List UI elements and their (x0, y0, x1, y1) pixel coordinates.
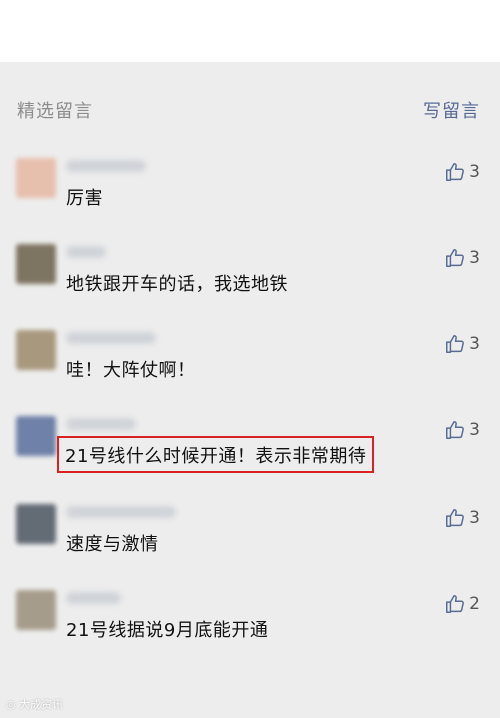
avatar[interactable] (16, 158, 56, 198)
comment-item-highlighted: 21号线什么时候开通！表示非常期待 3 (0, 416, 500, 502)
like-count: 3 (469, 420, 480, 440)
avatar[interactable] (16, 416, 56, 456)
avatar[interactable] (16, 330, 56, 370)
like-button[interactable]: 3 (444, 332, 480, 356)
thumbs-up-icon (444, 419, 466, 441)
like-count: 2 (469, 594, 480, 614)
like-button[interactable]: 3 (444, 418, 480, 442)
nickname-blurred (66, 506, 176, 518)
comment-text: 21号线据说9月底能开通 (66, 620, 269, 641)
nickname-blurred (66, 332, 156, 344)
like-button[interactable]: 3 (444, 160, 480, 184)
comment-text: 厉害 (66, 188, 103, 209)
avatar[interactable] (16, 504, 56, 544)
like-count: 3 (469, 508, 480, 528)
nickname-blurred (66, 246, 106, 258)
thumbs-up-icon (444, 593, 466, 615)
comments-section-header: 精选留言 写留言 (0, 62, 500, 152)
thumbs-up-icon (444, 247, 466, 269)
like-button[interactable]: 3 (444, 506, 480, 530)
nickname-blurred (66, 160, 146, 172)
comment-item: 速度与激情 3 (0, 504, 500, 590)
comment-item: 哇！大阵仗啊！ 3 (0, 330, 500, 416)
watermark-logo: ◎ 大成资讯 (6, 698, 64, 711)
comment-text: 哇！大阵仗啊！ (66, 360, 196, 381)
comment-text-highlighted: 21号线什么时候开通！表示非常期待 (57, 436, 375, 473)
comment-item: 地铁跟开车的话，我选地铁 3 (0, 244, 500, 330)
avatar[interactable] (16, 590, 56, 630)
section-title: 精选留言 (17, 101, 93, 122)
nickname-blurred (66, 418, 136, 430)
comment-text: 地铁跟开车的话，我选地铁 (66, 274, 288, 295)
like-button[interactable]: 3 (444, 246, 480, 270)
avatar[interactable] (16, 244, 56, 284)
write-comment-link[interactable]: 写留言 (423, 97, 480, 123)
like-count: 3 (469, 248, 480, 268)
like-count: 3 (469, 162, 480, 182)
thumbs-up-icon (444, 161, 466, 183)
like-button[interactable]: 2 (444, 592, 480, 616)
comment-item: 厉害 3 (0, 158, 500, 244)
top-blank-area (0, 0, 500, 62)
thumbs-up-icon (444, 333, 466, 355)
comment-item: 21号线据说9月底能开通 2 (0, 590, 500, 676)
thumbs-up-icon (444, 507, 466, 529)
nickname-blurred (66, 592, 121, 604)
comment-text: 速度与激情 (66, 534, 159, 555)
like-count: 3 (469, 334, 480, 354)
